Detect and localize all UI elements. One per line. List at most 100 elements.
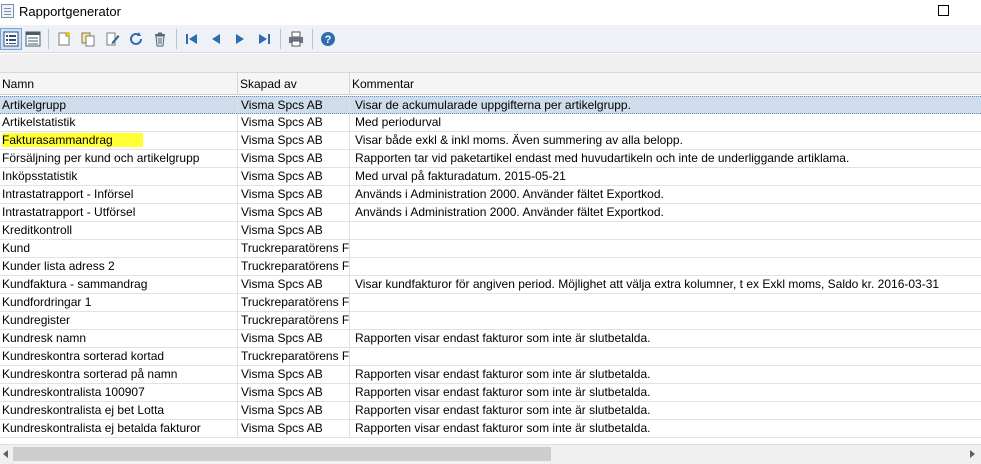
table-row[interactable]: Artikelstatistik Visma Spcs AB Med periodu… [0,114,981,132]
horizontal-scrollbar[interactable] [0,444,981,464]
cell-comment: Visar kundfakturor för angiven period. M… [350,276,981,293]
table-row[interactable]: Kundregister Truckreparatörens Fön [0,312,981,330]
cell-comment-text: Rapporten visar endast fakturor som inte… [355,367,651,381]
detail-view-icon[interactable] [22,28,44,50]
new-report-icon[interactable] [53,28,75,50]
cell-created-by: Visma Spcs AB [238,114,350,131]
cell-comment: Används i Administration 2000. Använder … [350,204,981,221]
cell-created-by: Visma Spcs AB [238,168,350,185]
delete-icon[interactable] [149,28,171,50]
cell-name: Kundreskontralista ej bet Lotta [0,402,238,419]
cell-created-by-text: Visma Spcs AB [241,187,323,201]
cell-created-by: Visma Spcs AB [238,132,350,149]
cell-created-by: Visma Spcs AB [238,402,350,419]
cell-created-by: Truckreparatörens Fön [238,294,350,311]
cell-name: Kundreskontralista 100907 [0,384,238,401]
cell-comment-text: Rapporten visar endast fakturor som inte… [355,421,651,435]
cell-created-by: Visma Spcs AB [238,97,350,114]
cell-name: Kundreskontra sorterad på namn [0,366,238,383]
scroll-right-icon[interactable] [970,450,975,458]
cell-created-by-text: Visma Spcs AB [241,331,323,345]
cell-created-by-text: Truckreparatörens Fön [241,349,350,363]
cell-created-by-text: Truckreparatörens Fön [241,241,350,255]
table-row[interactable]: Kund Truckreparatörens Fön [0,240,981,258]
table-row[interactable]: Kundreskontralista ej betalda fakturor Vi… [0,420,981,438]
cell-name: Kund [0,240,238,257]
table-row[interactable]: Artikelgrupp Visma Spcs AB Visar de ackumu… [0,96,981,114]
table-row[interactable]: Kundfordringar 1 Truckreparatörens Fön [0,294,981,312]
cell-name: Försäljning per kund och artikelgrupp [0,150,238,167]
cell-name-text: Försäljning per kund och artikelgrupp [2,151,200,165]
cell-name: Inköpsstatistik [0,168,238,185]
table-row[interactable]: Kundreskontra sorterad på namn Visma Spcs… [0,366,981,384]
table-row[interactable]: Kunder lista adress 2 Truckreparatörens F… [0,258,981,276]
cell-comment-text: Rapporten tar vid paketartikel endast me… [355,151,850,165]
list-view-icon[interactable] [0,28,22,50]
copy-report-icon[interactable] [77,28,99,50]
cell-comment: Rapporten visar endast fakturor som inte… [350,384,981,401]
toolbar-spacer [0,54,981,73]
cell-created-by: Visma Spcs AB [238,366,350,383]
table-row[interactable]: Kundreskontra sorterad kortad Truckrepara… [0,348,981,366]
refresh-icon[interactable] [125,28,147,50]
table-row[interactable]: Intrastatrapport - Utförsel Visma Spcs AB… [0,204,981,222]
print-icon[interactable] [285,28,307,50]
cell-name: Kundfaktura - sammandrag [0,276,238,293]
toolbar-separator [312,29,313,49]
cell-created-by-text: Visma Spcs AB [241,277,323,291]
column-header-comment[interactable]: Kommentar [350,73,981,95]
cell-created-by-text: Truckreparatörens Fön [241,295,350,309]
table-row[interactable]: Försäljning per kund och artikelgrupp Vis… [0,150,981,168]
cell-name-text: Artikelstatistik [2,115,76,129]
table-row[interactable]: Kundfaktura - sammandrag Visma Spcs AB Vis… [0,276,981,294]
scrollbar-thumb[interactable] [13,447,551,461]
previous-record-icon[interactable] [205,28,227,50]
next-record-icon[interactable] [229,28,251,50]
cell-comment: Används i Administration 2000. Använder … [350,186,981,203]
table-row[interactable]: Kundreskontralista ej bet Lotta Visma Spc… [0,402,981,420]
column-header-created-by[interactable]: Skapad av [238,73,350,95]
cell-created-by-text: Visma Spcs AB [241,223,323,237]
cell-comment: Rapporten visar endast fakturor som inte… [350,330,981,347]
cell-created-by-text: Visma Spcs AB [241,385,323,399]
toolbar-separator [176,29,177,49]
cell-created-by: Visma Spcs AB [238,330,350,347]
cell-name: Intrastatrapport - Införsel [0,186,238,203]
cell-name: Kunder lista adress 2 [0,258,238,275]
table-row[interactable]: Inköpsstatistik Visma Spcs AB Med urval på… [0,168,981,186]
cell-name: Artikelstatistik [0,114,238,131]
scroll-left-icon[interactable] [3,450,8,458]
column-header-name[interactable]: Namn [0,73,238,95]
cell-created-by-text: Visma Spcs AB [241,169,323,183]
cell-comment [350,294,981,311]
help-icon[interactable]: ? [317,28,339,50]
svg-text:?: ? [325,34,332,46]
cell-created-by: Visma Spcs AB [238,384,350,401]
cell-created-by-text: Visma Spcs AB [241,403,323,417]
maximize-button[interactable] [938,5,949,16]
edit-report-icon[interactable] [101,28,123,50]
cell-name: Kundregister [0,312,238,329]
toolbar-separator [48,29,49,49]
cell-created-by-text: Visma Spcs AB [241,151,323,165]
cell-name-text: Kundresk namn [2,331,87,345]
cell-comment: Rapporten visar endast fakturor som inte… [350,366,981,383]
table-row[interactable]: Fakturasammandrag Visma Spcs AB Visar både… [0,132,981,150]
table-row[interactable]: Kundreskontralista 100907 Visma Spcs AB Ra… [0,384,981,402]
cell-name-text: Kundreskontralista ej betalda fakturor [2,421,201,435]
table-row[interactable]: Kreditkontroll Visma Spcs AB [0,222,981,240]
window-title: Rapportgenerator [19,4,121,19]
first-record-icon[interactable] [181,28,203,50]
cell-created-by: Visma Spcs AB [238,420,350,437]
cell-created-by: Truckreparatörens Fön [238,312,350,329]
last-record-icon[interactable] [253,28,275,50]
table-row[interactable]: Intrastatrapport - Införsel Visma Spcs AB… [0,186,981,204]
cell-comment-text: Med urval på fakturadatum. 2015-05-21 [355,169,566,183]
table-row[interactable]: Kundresk namn Visma Spcs AB Rapporten visa… [0,330,981,348]
cell-name-text: Kund [2,241,31,255]
cell-comment: Med urval på fakturadatum. 2015-05-21 [350,168,981,185]
cell-name-text: Artikelgrupp [2,98,67,112]
cell-comment-text: Rapporten visar endast fakturor som inte… [355,331,651,345]
cell-comment-text: Visar de ackumularade uppgifterna per ar… [355,98,631,112]
grid-header: Namn Skapad av Kommentar [0,73,981,95]
